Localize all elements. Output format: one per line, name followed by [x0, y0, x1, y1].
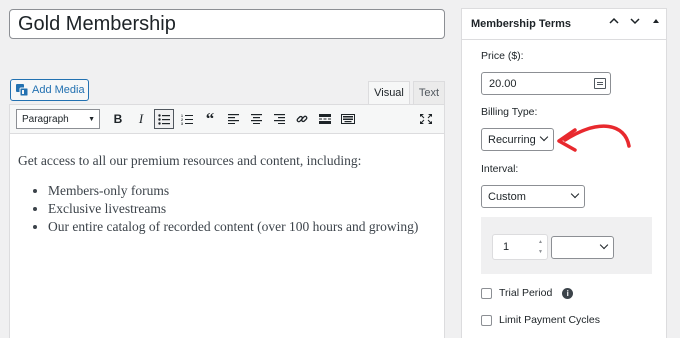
svg-text:3: 3: [181, 122, 183, 125]
custom-interval-box: 1 ▲ ▼: [481, 217, 652, 274]
editor-toolbar: Paragraph ▼ B I 123 “: [10, 105, 444, 134]
membership-terms-panel: Membership Terms Price ($): 20.00 Billin…: [461, 8, 667, 338]
add-media-label: Add Media: [32, 84, 85, 96]
bold-icon[interactable]: B: [108, 109, 128, 129]
interval-label: Interval:: [481, 163, 519, 175]
number-spinner-icon[interactable]: ▲ ▼: [536, 237, 545, 257]
editor-bullet-list: Members-only forums Exclusive livestream…: [18, 182, 436, 236]
interval-unit-select[interactable]: [551, 236, 614, 259]
trial-period-label: Trial Period: [499, 287, 553, 299]
tab-visual[interactable]: Visual: [368, 81, 410, 104]
fullscreen-icon[interactable]: [416, 109, 436, 129]
format-select[interactable]: Paragraph ▼: [16, 109, 100, 129]
chevron-down-icon[interactable]: [630, 17, 640, 27]
media-icon: [16, 84, 29, 97]
chevron-down-icon: [599, 240, 609, 250]
trial-period-row: Trial Period i: [481, 287, 574, 299]
price-input[interactable]: 20.00: [481, 72, 611, 95]
chevron-down-icon: [539, 132, 549, 142]
input-card-icon: [594, 78, 606, 89]
chevron-down-icon: [570, 189, 580, 199]
billing-type-label: Billing Type:: [481, 106, 538, 118]
annotation-arrow-icon: [557, 124, 631, 152]
align-center-icon[interactable]: [246, 109, 266, 129]
collapse-toggle-icon[interactable]: [652, 17, 660, 27]
keyboard-icon[interactable]: [338, 109, 358, 129]
interval-select[interactable]: Custom: [481, 185, 585, 208]
billing-type-select[interactable]: Recurring: [481, 128, 554, 151]
billing-type-value: Recurring: [488, 133, 536, 146]
post-title-input[interactable]: Gold Membership: [9, 9, 445, 39]
numbered-list-icon[interactable]: 123: [177, 109, 197, 129]
italic-icon[interactable]: I: [131, 109, 151, 129]
panel-header: Membership Terms: [462, 9, 666, 40]
link-icon[interactable]: [292, 109, 312, 129]
limit-payment-checkbox[interactable]: [481, 314, 492, 326]
price-label: Price ($):: [481, 50, 524, 62]
info-icon[interactable]: i: [562, 287, 574, 299]
interval-count-input[interactable]: 1 ▲ ▼: [492, 234, 548, 260]
tab-text[interactable]: Text: [413, 81, 445, 104]
content-editor[interactable]: Paragraph ▼ B I 123 “ Get access to all …: [9, 104, 445, 338]
interval-count-value: 1: [503, 241, 510, 253]
add-media-button[interactable]: Add Media: [10, 79, 89, 101]
interval-value: Custom: [488, 190, 526, 203]
list-item: Members-only forums: [48, 182, 436, 200]
bullet-list-icon[interactable]: [154, 109, 174, 129]
editor-intro: Get access to all our premium resources …: [18, 153, 362, 168]
panel-title: Membership Terms: [471, 18, 572, 30]
read-more-icon[interactable]: [315, 109, 335, 129]
limit-payment-label: Limit Payment Cycles: [499, 314, 600, 326]
list-item: Our entire catalog of recorded content (…: [48, 218, 436, 236]
format-select-value: Paragraph: [22, 113, 69, 125]
editor-content[interactable]: Get access to all our premium resources …: [10, 134, 444, 236]
trial-period-checkbox[interactable]: [481, 287, 492, 299]
list-item: Exclusive livestreams: [48, 200, 436, 218]
align-right-icon[interactable]: [269, 109, 289, 129]
caret-down-icon: ▼: [88, 115, 95, 123]
limit-payment-row: Limit Payment Cycles: [481, 314, 600, 326]
price-value: 20.00: [489, 77, 517, 90]
chevron-up-icon[interactable]: [609, 17, 619, 27]
blockquote-icon[interactable]: “: [200, 109, 220, 129]
align-left-icon[interactable]: [223, 109, 243, 129]
